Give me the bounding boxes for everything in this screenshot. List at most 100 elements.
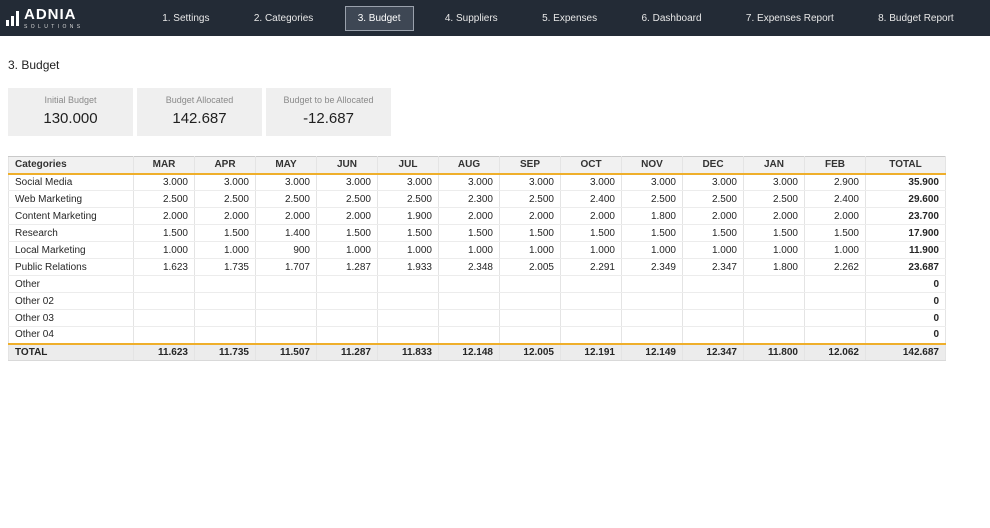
cell[interactable] (195, 293, 256, 310)
cell[interactable]: 1.000 (378, 242, 439, 259)
cell[interactable] (561, 276, 622, 293)
cell[interactable]: 3.000 (195, 174, 256, 191)
row-category[interactable]: Other 03 (9, 310, 134, 327)
cell[interactable]: 2.500 (256, 191, 317, 208)
cell[interactable] (561, 293, 622, 310)
row-category[interactable]: Other 02 (9, 293, 134, 310)
cell[interactable] (500, 327, 561, 344)
cell[interactable]: 1.900 (378, 208, 439, 225)
cell[interactable]: 2.000 (744, 208, 805, 225)
cell[interactable]: 1.000 (134, 242, 195, 259)
cell[interactable] (622, 293, 683, 310)
cell[interactable]: 1.500 (622, 225, 683, 242)
cell[interactable]: 1.500 (561, 225, 622, 242)
cell[interactable] (195, 310, 256, 327)
cell[interactable]: 2.500 (378, 191, 439, 208)
nav-tab-8[interactable]: 8. Budget Report (865, 6, 967, 31)
cell[interactable] (805, 327, 866, 344)
cell[interactable] (317, 310, 378, 327)
cell[interactable] (683, 276, 744, 293)
cell[interactable]: 1.000 (500, 242, 561, 259)
cell[interactable] (744, 293, 805, 310)
cell[interactable]: 2.348 (439, 259, 500, 276)
cell[interactable] (439, 293, 500, 310)
cell[interactable] (805, 276, 866, 293)
cell[interactable]: 1.000 (622, 242, 683, 259)
row-category[interactable]: Web Marketing (9, 191, 134, 208)
cell[interactable] (805, 310, 866, 327)
cell[interactable]: 2.000 (561, 208, 622, 225)
cell[interactable]: 1.400 (256, 225, 317, 242)
row-category[interactable]: Public Relations (9, 259, 134, 276)
cell[interactable]: 1.707 (256, 259, 317, 276)
cell[interactable]: 2.000 (134, 208, 195, 225)
nav-tab-2[interactable]: 2. Categories (241, 6, 326, 31)
cell[interactable] (378, 276, 439, 293)
cell[interactable]: 2.000 (683, 208, 744, 225)
row-total[interactable]: 23.687 (866, 259, 946, 276)
cell[interactable]: 2.300 (439, 191, 500, 208)
cell[interactable]: 3.000 (317, 174, 378, 191)
cell[interactable]: 3.000 (256, 174, 317, 191)
cell[interactable]: 2.500 (195, 191, 256, 208)
cell[interactable]: 3.000 (561, 174, 622, 191)
row-category[interactable]: Other (9, 276, 134, 293)
cell[interactable]: 2.400 (805, 191, 866, 208)
cell[interactable] (256, 276, 317, 293)
cell[interactable] (134, 276, 195, 293)
row-total[interactable]: 0 (866, 293, 946, 310)
cell[interactable]: 1.000 (561, 242, 622, 259)
cell[interactable] (317, 276, 378, 293)
cell[interactable] (378, 293, 439, 310)
cell[interactable]: 3.000 (134, 174, 195, 191)
cell[interactable] (256, 310, 317, 327)
cell[interactable]: 2.500 (500, 191, 561, 208)
cell[interactable]: 3.000 (500, 174, 561, 191)
cell[interactable] (134, 293, 195, 310)
row-total[interactable]: 17.900 (866, 225, 946, 242)
row-total[interactable]: 29.600 (866, 191, 946, 208)
row-total[interactable]: 0 (866, 310, 946, 327)
cell[interactable]: 2.000 (439, 208, 500, 225)
cell[interactable]: 1.933 (378, 259, 439, 276)
cell[interactable]: 1.800 (622, 208, 683, 225)
cell[interactable]: 2.500 (622, 191, 683, 208)
cell[interactable]: 3.000 (378, 174, 439, 191)
cell[interactable]: 1.500 (744, 225, 805, 242)
cell[interactable]: 2.000 (256, 208, 317, 225)
row-total[interactable]: 0 (866, 276, 946, 293)
cell[interactable]: 3.000 (683, 174, 744, 191)
row-category[interactable]: Social Media (9, 174, 134, 191)
row-total[interactable]: 11.900 (866, 242, 946, 259)
cell[interactable]: 3.000 (744, 174, 805, 191)
nav-tab-6[interactable]: 6. Dashboard (628, 6, 714, 31)
cell[interactable] (622, 327, 683, 344)
cell[interactable]: 1.735 (195, 259, 256, 276)
cell[interactable]: 1.500 (500, 225, 561, 242)
cell[interactable]: 2.000 (317, 208, 378, 225)
cell[interactable]: 1.000 (439, 242, 500, 259)
cell[interactable] (561, 327, 622, 344)
nav-tab-7[interactable]: 7. Expenses Report (733, 6, 847, 31)
cell[interactable] (378, 327, 439, 344)
cell[interactable]: 2.500 (317, 191, 378, 208)
cell[interactable]: 1.500 (195, 225, 256, 242)
cell[interactable]: 2.000 (805, 208, 866, 225)
cell[interactable]: 3.000 (439, 174, 500, 191)
cell[interactable] (805, 293, 866, 310)
row-category[interactable]: Research (9, 225, 134, 242)
cell[interactable] (744, 276, 805, 293)
cell[interactable] (256, 293, 317, 310)
cell[interactable]: 1.500 (317, 225, 378, 242)
cell[interactable]: 1.500 (134, 225, 195, 242)
cell[interactable]: 1.500 (439, 225, 500, 242)
cell[interactable]: 1.500 (805, 225, 866, 242)
cell[interactable]: 1.000 (805, 242, 866, 259)
cell[interactable]: 2.000 (195, 208, 256, 225)
cell[interactable]: 2.400 (561, 191, 622, 208)
cell[interactable]: 2.291 (561, 259, 622, 276)
cell[interactable] (500, 293, 561, 310)
cell[interactable]: 1.287 (317, 259, 378, 276)
row-total[interactable]: 35.900 (866, 174, 946, 191)
cell[interactable] (622, 310, 683, 327)
